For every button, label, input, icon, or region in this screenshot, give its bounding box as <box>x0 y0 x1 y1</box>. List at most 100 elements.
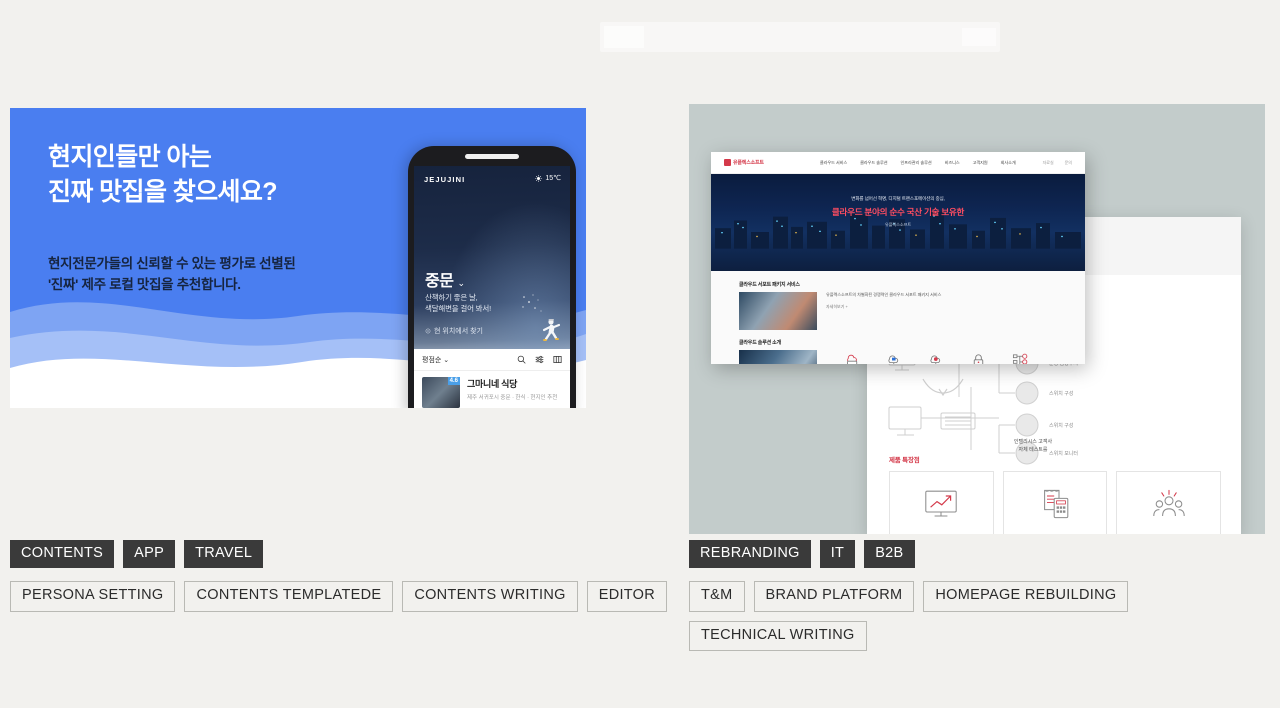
section-title: 클라우드 서포트 패키지 서비스 <box>739 282 800 288</box>
growth-chart-monitor-icon <box>925 490 958 517</box>
rating-badge: 4.6 <box>447 377 460 385</box>
app-promo-banner: 현지인들만 아는 진짜 맛집을 찾으세요? 현지전문가들의 신뢰할 수 있는 평… <box>10 108 586 408</box>
nav-item[interactable]: 비즈니스 <box>945 160 960 166</box>
category-tag[interactable]: B2B <box>864 540 915 569</box>
section-row: 클라우드 매니지먼트 <box>739 350 1085 364</box>
app-weather: 15℃ <box>535 174 561 182</box>
category-tags-right: REBRANDING IT B2B <box>689 540 1249 569</box>
skill-tag[interactable]: EDITOR <box>586 581 668 612</box>
tag-group-right: REBRANDING IT B2B T&M BRAND PLATFORM HOM… <box>689 540 1249 652</box>
category-tag[interactable]: REBRANDING <box>689 540 811 569</box>
list-item-desc: 제주 서귀포시 중문 · 한식 · 현지인 추천 <box>467 395 558 401</box>
feature-card[interactable] <box>1002 471 1108 534</box>
app-location[interactable]: 중문 ⌄ <box>425 267 465 291</box>
list-item-thumbnail: 4.6 <box>422 377 460 408</box>
weather-temp: 15℃ <box>545 175 561 182</box>
sort-selector[interactable]: 평점순 ⌄ <box>422 355 449 365</box>
hero-eyebrow: 변화를 넘어선 혁명, 디지털 트랜스포메이션의 중심, <box>851 196 945 201</box>
chevron-down-icon: ⌄ <box>457 278 465 288</box>
site-navbar: 유플렉스소프트 클라우드 서비스 클라우드 솔루션 인프라관리 솔루션 비즈니스… <box>711 152 1085 174</box>
web-project-banner: 고객의 비즈니스 환경을 고려한 솔루션 서비스입니다. <box>689 104 1265 534</box>
solution-icon-item[interactable]: 클라우드 네트워크 <box>880 352 908 364</box>
skill-tag[interactable]: HOMEPAGE REBUILDING <box>923 581 1129 612</box>
section-body-block: 유플렉스소프트의 차별화된 경쟁력인 클라우드 서포트 패키지 서비스 자세히보… <box>826 292 941 310</box>
invoice-calculator-icon <box>1044 489 1069 519</box>
portfolio-page: 현지인들만 아는 진짜 맛집을 찾으세요? 현지전문가들의 신뢰할 수 있는 평… <box>0 0 1280 708</box>
sun-icon <box>535 174 543 182</box>
lock-laptop-icon <box>973 354 983 364</box>
promo-subcopy: 현지전문가들의 신뢰할 수 있는 평가로 선별된 '진짜' 제주 로컬 맛집을 … <box>48 256 296 292</box>
site-logo[interactable]: 유플렉스소프트 <box>724 159 764 166</box>
nav-item[interactable]: 클라우드 서비스 <box>820 160 847 166</box>
search-icon[interactable] <box>517 355 526 364</box>
map-icon[interactable] <box>553 355 562 364</box>
skill-tags-right: T&M BRAND PLATFORM HOMEPAGE REBUILDING T… <box>689 581 1249 652</box>
cloud-network-icon <box>887 355 898 364</box>
app-tagline: 산책하기 좋은 날, 색달해변을 걸어 봐서! <box>425 293 491 313</box>
project-card-uflexsoft-rebranding[interactable]: 고객의 비즈니스 환경을 고려한 솔루션 서비스입니다. <box>689 104 1269 534</box>
target-icon <box>425 328 431 334</box>
sort-label: 평점순 <box>422 356 442 364</box>
phone-mockup: JEJUJINI 15℃ 중문 ⌄ 산책하기 좋은 날, 색달해변을 걸어 봐서… <box>408 146 576 408</box>
site-section-solutions: 클라우드 솔루션 소개 클라우드 매니지먼트 <box>711 330 1085 364</box>
section-more-link[interactable]: 자세히보기 + <box>826 304 941 310</box>
phone-screen: JEJUJINI 15℃ 중문 ⌄ 산책하기 좋은 날, 색달해변을 걸어 봐서… <box>414 166 570 408</box>
find-nearby-label: 현 위치에서 찾기 <box>434 328 483 335</box>
skill-tag[interactable]: CONTENTS TEMPLATEDE <box>184 581 394 612</box>
category-tag[interactable]: CONTENTS <box>10 540 115 569</box>
category-tags-left: CONTENTS APP TRAVEL <box>10 540 670 569</box>
app-logo: JEJUJINI <box>424 175 466 184</box>
hero-headline: 클라우드 분야의 순수 국산 기술 보유한 <box>831 207 965 217</box>
diagram-flow-caption: 인텔리시스 고객사 자체 테스트를 <box>1013 439 1053 453</box>
section-body: 유플렉스소프트의 차별화된 경쟁력인 클라우드 서포트 패키지 서비스 <box>826 292 942 297</box>
category-tag[interactable]: APP <box>123 540 176 569</box>
find-nearby-button[interactable]: 현 위치에서 찾기 <box>425 326 483 336</box>
runner-illustration <box>542 319 561 341</box>
list-item-title: 그마니네 식당 <box>467 379 518 389</box>
handshake-network-photo <box>739 350 817 364</box>
site-util-menu: 자료실 문의 <box>1043 160 1072 166</box>
skill-tag[interactable]: TECHNICAL WRITING <box>689 620 867 652</box>
toolbar-icons <box>517 355 562 364</box>
solution-icon-item[interactable]: 클라우드 매니지먼트 <box>838 352 866 364</box>
cloud-monitor-icon <box>846 354 857 364</box>
nav-item[interactable]: 고객지원 <box>973 160 988 166</box>
skill-tag[interactable]: BRAND PLATFORM <box>753 581 915 612</box>
skill-tags-left: PERSONA SETTING CONTENTS TEMPLATEDE CONT… <box>10 581 670 612</box>
nav-item[interactable]: 인프라관리 솔루션 <box>901 160 932 166</box>
feature-card[interactable] <box>1116 471 1222 534</box>
skill-tag[interactable]: PERSONA SETTING <box>10 581 176 612</box>
tag-group-left: CONTENTS APP TRAVEL PERSONA SETTING CONT… <box>10 540 670 612</box>
people-group-icon <box>1152 489 1185 517</box>
feature-card[interactable] <box>889 471 994 534</box>
laptop-hands-photo <box>739 292 817 330</box>
project-card-jejujini-app[interactable]: 현지인들만 아는 진짜 맛집을 찾으세요? 현지전문가들의 신뢰할 수 있는 평… <box>10 108 624 408</box>
list-item[interactable]: 4.6 그마니네 식당 제주 서귀포시 중문 · 한식 · 현지인 추천 <box>414 371 570 408</box>
phone-speaker <box>465 154 519 159</box>
location-name: 중문 <box>425 273 454 290</box>
category-tag[interactable]: TRAVEL <box>184 540 264 569</box>
site-hero: 변화를 넘어선 혁명, 디지털 트랜스포메이션의 중심, 클라우드 분야의 순수… <box>711 174 1085 271</box>
node-config-icon <box>1012 353 1027 364</box>
solution-icon-item[interactable]: 보안 솔루션 <box>964 352 992 364</box>
site-logo-text: 유플렉스소프트 <box>733 160 764 166</box>
filter-icon[interactable] <box>535 355 544 364</box>
app-hero: JEJUJINI 15℃ 중문 ⌄ 산책하기 좋은 날, 색달해변을 걸어 봐서… <box>414 166 570 349</box>
solution-icon-item[interactable]: 클라우드 모니터링 <box>922 352 950 364</box>
skill-tag[interactable]: CONTENTS WRITING <box>402 581 578 612</box>
brand-mark-icon <box>724 159 731 166</box>
skill-tag[interactable]: T&M <box>689 581 745 612</box>
category-tag[interactable]: IT <box>819 540 856 569</box>
section-title: 클라우드 솔루션 소개 <box>739 340 781 346</box>
ghost-box-left <box>604 26 644 48</box>
util-item[interactable]: 자료실 <box>1043 160 1054 166</box>
util-item[interactable]: 문의 <box>1065 160 1072 166</box>
section-row: 유플렉스소프트의 차별화된 경쟁력인 클라우드 서포트 패키지 서비스 자세히보… <box>739 292 1085 330</box>
chevron-down-icon: ⌄ <box>443 356 450 364</box>
solution-icon-item[interactable]: 인프라 관리 <box>1006 352 1034 364</box>
nav-item[interactable]: 회사소개 <box>1001 160 1016 166</box>
solution-icon-list: 클라우드 매니지먼트 <box>838 350 1034 364</box>
list-item-text: 그마니네 식당 제주 서귀포시 중문 · 한식 · 현지인 추천 <box>467 377 557 408</box>
nav-item[interactable]: 클라우드 솔루션 <box>860 160 887 166</box>
app-list-toolbar: 평점순 ⌄ <box>414 349 570 371</box>
